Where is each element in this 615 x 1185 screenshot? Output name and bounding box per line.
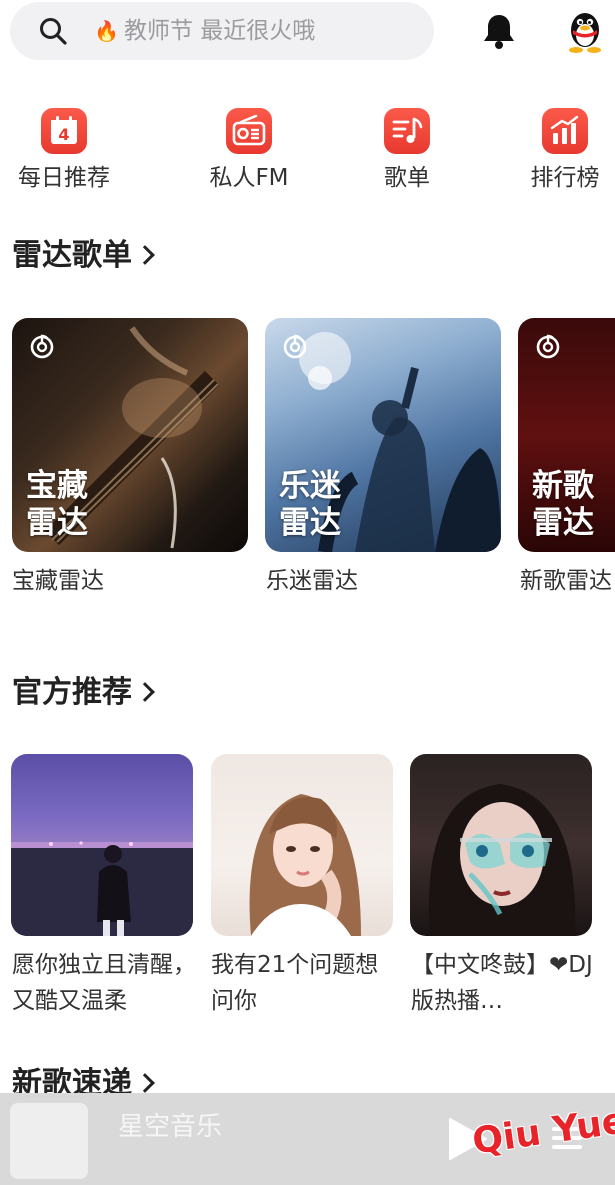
mini-player[interactable]: 星空音乐 Qiu Yue [0,1093,615,1185]
search-icon [40,18,67,45]
quick-playlist-label: 歌单 [384,165,430,191]
girl-portrait-photo [249,794,361,936]
calendar-day: 4 [58,125,70,144]
official-label: 我有21个问题想问你 [211,952,379,1014]
search-placeholder: 教师节 最近很火哦 [124,18,316,44]
radar-card-treasure[interactable]: 宝藏 雷达 [12,318,248,552]
playlist-icon [384,108,430,154]
netease-logo-icon [283,334,307,359]
radar-card-fan[interactable]: 乐迷 雷达 [265,318,501,552]
radar-label: 乐迷雷达 [266,568,358,594]
official-card-2[interactable] [211,754,393,936]
radar-title-text: 雷达歌单 [12,238,132,273]
bell-icon[interactable] [481,12,517,50]
chevron-right-icon [135,682,155,702]
official-label: 【中文咚鼓】❤DJ版热播… [411,952,593,1014]
official-card-1[interactable] [11,754,193,936]
calendar-icon: 4 [41,108,87,154]
girl-glasses-photo [428,784,576,936]
radar-overlay-text: 新歌 雷达 [532,468,594,541]
radar-label: 宝藏雷达 [12,568,104,594]
girl-dusk-photo [11,841,193,936]
album-cover [10,1103,88,1179]
search-bar[interactable]: 🔥 教师节 最近很火哦 [10,2,434,60]
quick-daily-label: 每日推荐 [18,165,110,191]
radar-section-title[interactable]: 雷达歌单 [12,238,155,274]
netease-logo-icon [30,334,54,359]
radar-card-new[interactable]: 新歌 雷达 [518,318,615,552]
official-title-text: 官方推荐 [12,675,132,710]
quick-private-fm[interactable]: 私人FM [204,108,294,192]
chevron-right-icon [135,1073,155,1093]
radar-overlay-text: 乐迷 雷达 [279,468,341,541]
quick-charts-label: 排行榜 [530,165,600,191]
quick-fm-label: 私人FM [209,165,289,191]
fire-icon: 🔥 [94,19,119,43]
chart-icon [542,108,588,154]
netease-logo-icon [536,334,560,359]
official-card-3[interactable] [410,754,592,936]
quick-charts[interactable]: 排行榜 [522,108,608,192]
qq-penguin-icon[interactable] [563,8,607,54]
quick-daily-recommend[interactable]: 4 每日推荐 [12,108,116,192]
quick-entries: 4 每日推荐 私人FM 歌单 排行榜 [0,108,615,208]
official-section-title[interactable]: 官方推荐 [12,675,155,711]
radio-icon [226,108,272,154]
quick-playlist[interactable]: 歌单 [372,108,442,192]
current-song-title: 星空音乐 [118,1112,223,1142]
official-label: 愿你独立且清醒，又酷又温柔 [12,952,196,1014]
watermark-text: Qiu Yue [469,1100,615,1163]
radar-overlay-text: 宝藏 雷达 [26,468,88,541]
radar-label: 新歌雷达 [520,568,612,594]
top-bar: 🔥 教师节 最近很火哦 [0,0,615,62]
chevron-right-icon [135,245,155,265]
